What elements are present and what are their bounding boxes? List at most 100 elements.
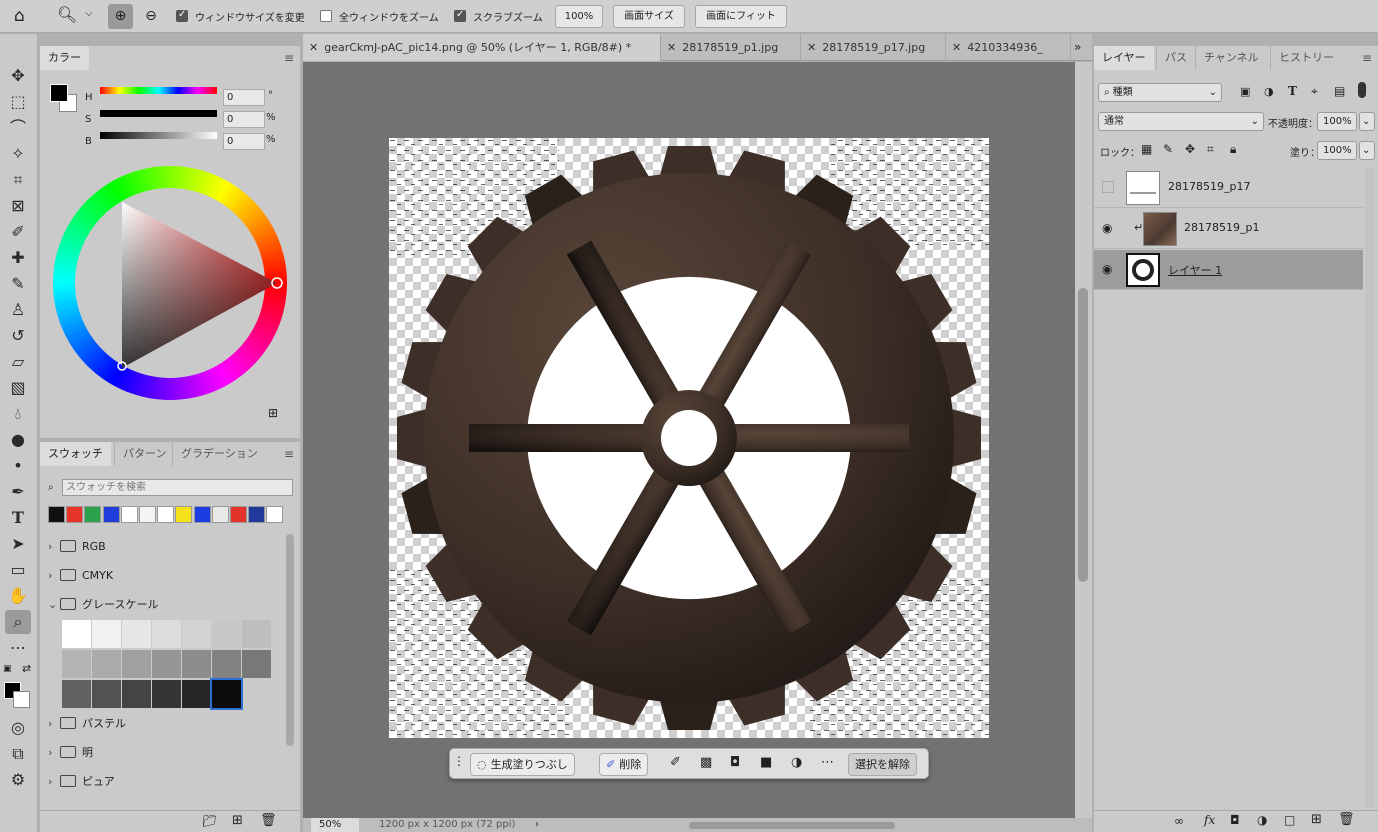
grayscale-swatch[interactable] bbox=[182, 680, 211, 708]
lock-position-icon[interactable]: ✥ bbox=[1185, 142, 1195, 156]
lock-artboard-icon[interactable]: ⌗ bbox=[1207, 142, 1214, 157]
tab-patterns[interactable]: パターン bbox=[114, 442, 174, 466]
swatch-folder-cmyk[interactable]: › CMYK bbox=[48, 566, 113, 586]
close-icon[interactable]: ✕ bbox=[952, 41, 961, 54]
filter-adjustment-icon[interactable]: ◑ bbox=[1264, 85, 1274, 98]
grayscale-swatch[interactable] bbox=[182, 650, 211, 678]
horizontal-scrollbar[interactable] bbox=[689, 822, 895, 829]
sponge-tool-icon[interactable]: • bbox=[5, 454, 31, 478]
share-icon[interactable]: ⚙ bbox=[5, 768, 31, 792]
filter-shape-icon[interactable]: ⌖ bbox=[1311, 84, 1318, 99]
hand-tool-icon[interactable]: ✋ bbox=[5, 584, 31, 608]
brightness-input[interactable]: 0 bbox=[223, 133, 265, 150]
canvas-area[interactable] bbox=[303, 62, 1075, 818]
more-options-icon[interactable]: ⋯ bbox=[821, 755, 834, 770]
filter-type-icon[interactable]: T bbox=[1288, 84, 1297, 98]
panel-menu-icon[interactable]: ≡ bbox=[1362, 51, 1372, 65]
chevron-down-icon[interactable]: ⌵ bbox=[85, 8, 93, 19]
tab-color[interactable]: カラー bbox=[40, 46, 89, 70]
brightness-slider[interactable] bbox=[100, 132, 217, 139]
layer-name[interactable]: レイヤー 1 bbox=[1168, 262, 1222, 278]
layer-row-selected[interactable]: ◉ レイヤー 1 bbox=[1094, 250, 1363, 290]
panel-menu-icon[interactable]: ≡ bbox=[284, 51, 294, 65]
resize-windows-checkbox[interactable] bbox=[176, 9, 188, 22]
magic-wand-icon[interactable]: ✧ bbox=[5, 142, 31, 166]
background-color-swatch[interactable] bbox=[13, 691, 30, 708]
tab-swatches[interactable]: スウォッチ bbox=[40, 442, 111, 466]
eye-icon[interactable]: ◉ bbox=[1102, 262, 1112, 276]
chevron-right-icon[interactable]: › bbox=[535, 818, 539, 832]
color-swatch[interactable] bbox=[248, 506, 266, 523]
new-swatch-icon[interactable]: ⊞ bbox=[232, 813, 243, 828]
opacity-dropdown[interactable]: ⌄ bbox=[1359, 112, 1375, 131]
grayscale-swatch[interactable] bbox=[62, 620, 91, 648]
foreground-color-swatch[interactable] bbox=[50, 84, 68, 102]
drag-handle-icon[interactable]: ⋮ bbox=[453, 754, 465, 768]
grayscale-swatch[interactable] bbox=[92, 650, 121, 678]
lock-transparency-icon[interactable]: ▦ bbox=[1141, 142, 1152, 156]
fill-screen-button[interactable]: 画面サイズ bbox=[613, 5, 685, 28]
document-canvas[interactable] bbox=[389, 138, 989, 738]
color-swatch[interactable] bbox=[193, 506, 211, 523]
deselect-button[interactable]: 選択を解除 bbox=[848, 753, 917, 776]
grayscale-swatch[interactable] bbox=[242, 620, 271, 648]
grayscale-swatch[interactable] bbox=[212, 650, 241, 678]
zoom-tool-preset-icon[interactable]: 🔍︎ bbox=[57, 5, 77, 24]
close-icon[interactable]: ✕ bbox=[667, 41, 676, 54]
zoom-tool-icon[interactable]: ⌕ bbox=[5, 610, 31, 634]
lock-brush-icon[interactable]: ✎ bbox=[1163, 142, 1173, 156]
panel-menu-icon[interactable]: ≡ bbox=[284, 447, 294, 461]
zoom-level[interactable]: 50% bbox=[311, 818, 359, 832]
rectangle-tool-icon[interactable]: ▭ bbox=[5, 558, 31, 582]
tab-layers[interactable]: レイヤー bbox=[1094, 46, 1154, 70]
link-layers-icon[interactable]: ∞ bbox=[1174, 814, 1184, 828]
zoom-in-icon[interactable]: ⊕ bbox=[108, 4, 133, 29]
lock-all-icon[interactable]: 🔒︎ bbox=[1230, 142, 1236, 157]
grayscale-swatch[interactable] bbox=[62, 650, 91, 678]
color-swatch[interactable] bbox=[157, 506, 175, 523]
layer-row[interactable]: 28178519_p17 bbox=[1094, 168, 1363, 208]
scroll-thumb[interactable] bbox=[1078, 288, 1088, 582]
new-group-icon[interactable]: 📁︎ bbox=[202, 814, 217, 828]
blur-tool-icon[interactable]: 💧︎ bbox=[5, 402, 31, 426]
tab-gradients[interactable]: グラデーション bbox=[172, 442, 266, 466]
eraser-tool-icon[interactable]: ▱ bbox=[5, 350, 31, 374]
swatch-search-input[interactable] bbox=[62, 479, 293, 496]
layer-name[interactable]: 28178519_p1 bbox=[1184, 221, 1259, 234]
history-brush-icon[interactable]: ↺ bbox=[5, 324, 31, 348]
add-mask-icon[interactable]: ◘ bbox=[1230, 813, 1240, 827]
grayscale-swatch[interactable] bbox=[62, 680, 91, 708]
gradient-tool-icon[interactable]: ▧ bbox=[5, 376, 31, 400]
layer-style-icon[interactable]: fx bbox=[1204, 813, 1215, 827]
color-swatch[interactable] bbox=[48, 506, 65, 523]
eyedropper-icon[interactable]: ✐ bbox=[5, 220, 31, 244]
swatch-folder-light[interactable]: › 明 bbox=[48, 743, 93, 763]
modify-selection-icon[interactable]: ✐ bbox=[670, 755, 681, 770]
default-colors-icon[interactable]: ▣ bbox=[3, 664, 12, 674]
path-selection-icon[interactable]: ➤ bbox=[5, 532, 31, 556]
grayscale-swatch[interactable] bbox=[92, 620, 121, 648]
trash-icon[interactable]: 🗑︎ bbox=[1338, 812, 1355, 827]
grayscale-swatch[interactable] bbox=[210, 678, 243, 710]
zoom-out-icon[interactable]: ⊖ bbox=[140, 4, 162, 29]
swap-colors-icon[interactable]: ⇄ bbox=[22, 662, 31, 675]
saturation-input[interactable]: 0 bbox=[223, 111, 265, 128]
tab-document[interactable]: ✕ 28178519_p1.jpg bbox=[661, 34, 801, 61]
color-swatch[interactable] bbox=[84, 506, 102, 523]
grayscale-swatch[interactable] bbox=[212, 620, 241, 648]
stamp-tool-icon[interactable]: ♙ bbox=[5, 298, 31, 322]
quick-mask-icon[interactable]: ◎ bbox=[5, 716, 31, 740]
color-swatch[interactable] bbox=[120, 506, 138, 523]
filter-smart-object-icon[interactable]: ▤ bbox=[1334, 84, 1345, 98]
fill-selection-icon[interactable]: ■ bbox=[760, 755, 772, 770]
layers-scrollbar[interactable] bbox=[1365, 168, 1375, 808]
blend-mode-select[interactable]: 通常 ⌄ bbox=[1098, 112, 1264, 131]
new-layer-icon[interactable]: ⊞ bbox=[1311, 812, 1322, 827]
frame-tool-icon[interactable]: ⊠ bbox=[5, 194, 31, 218]
grayscale-swatch[interactable] bbox=[152, 620, 181, 648]
crop-tool-icon[interactable]: ⌗ bbox=[5, 168, 31, 192]
close-icon[interactable]: ✕ bbox=[807, 41, 816, 54]
hue-input[interactable]: 0 bbox=[223, 89, 265, 106]
layer-row[interactable]: ◉ ↵ 28178519_p1 bbox=[1094, 209, 1363, 249]
color-swatch[interactable] bbox=[266, 506, 284, 523]
